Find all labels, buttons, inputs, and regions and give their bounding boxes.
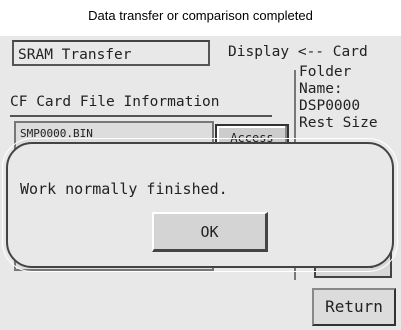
rest-size-label: Rest Size (299, 115, 378, 131)
folder-name-group: Folder Name: DSP0000 Rest Size (299, 64, 378, 132)
transfer-direction-label: Display <-- Card (228, 44, 368, 60)
folder-label: Folder (299, 64, 352, 80)
figure-caption: Data transfer or comparison completed (88, 8, 313, 23)
sram-transfer-tab[interactable]: SRAM Transfer (12, 40, 210, 66)
return-button[interactable]: Return (312, 288, 396, 326)
ok-button[interactable]: OK (152, 212, 268, 252)
cf-card-info-heading: CF Card File Information (10, 94, 220, 110)
heading-underline (10, 115, 272, 117)
dialog-message: Work normally finished. (20, 180, 228, 198)
name-label: Name: (299, 81, 343, 97)
device-screen: SRAM Transfer Display <-- Card Folder Na… (0, 36, 401, 330)
folder-name-value: DSP0000 (299, 98, 361, 114)
